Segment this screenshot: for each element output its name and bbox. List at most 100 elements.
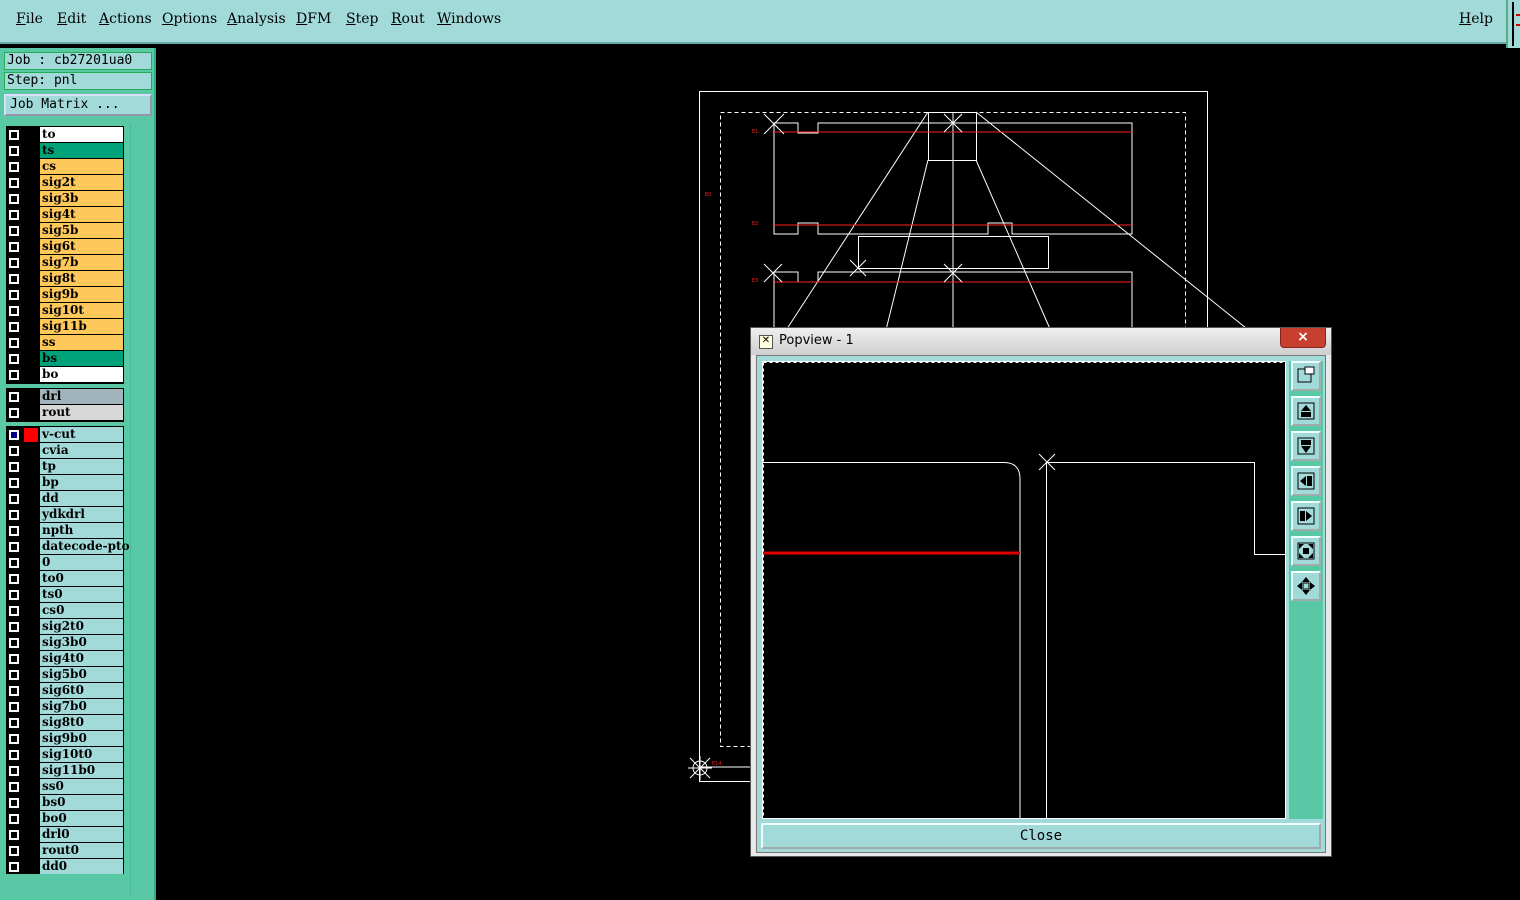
layer-checkbox[interactable] [9, 686, 19, 696]
layer-checkbox[interactable] [9, 392, 19, 402]
layer-row-ss0[interactable]: ss0 [6, 779, 124, 795]
layer-row-drl0[interactable]: drl0 [6, 827, 124, 843]
layer-name[interactable]: sig10t [40, 303, 123, 318]
layer-name[interactable]: to [40, 127, 123, 142]
layer-name[interactable]: bs0 [40, 795, 123, 810]
layer-row-sig3b[interactable]: sig3b [6, 191, 124, 207]
layer-name[interactable]: rout [40, 405, 123, 420]
layer-name[interactable]: sig10t0 [40, 747, 123, 762]
zoom-out-button[interactable] [1291, 431, 1321, 461]
layer-row-rout0[interactable]: rout0 [6, 843, 124, 859]
layer-row-rout[interactable]: rout [6, 405, 124, 421]
layer-row-to[interactable]: to [6, 127, 124, 143]
layer-name[interactable]: bo0 [40, 811, 123, 826]
layer-row-sig9b0[interactable]: sig9b0 [6, 731, 124, 747]
layer-name[interactable]: sig6t [40, 239, 123, 254]
close-button[interactable]: Close [761, 823, 1321, 849]
menu-edit[interactable]: Edit [57, 11, 86, 27]
layer-color-swatch[interactable] [24, 428, 38, 442]
layer-name[interactable]: sig3b [40, 191, 123, 206]
layer-name[interactable]: sig5b0 [40, 667, 123, 682]
layer-row-sig4t0[interactable]: sig4t0 [6, 651, 124, 667]
layer-name[interactable]: rout0 [40, 843, 123, 858]
layer-row-bp[interactable]: bp [6, 475, 124, 491]
layer-name[interactable]: sig7b [40, 255, 123, 270]
layer-row-bo[interactable]: bo [6, 367, 124, 383]
layer-checkbox[interactable] [9, 494, 19, 504]
layer-name[interactable]: 0 [40, 555, 123, 570]
layer-checkbox[interactable] [9, 462, 19, 472]
menu-rout[interactable]: Rout [391, 11, 425, 27]
layer-row-sig10t[interactable]: sig10t [6, 303, 124, 319]
popview-viewport[interactable] [762, 361, 1286, 819]
layer-row-sig11b0[interactable]: sig11b0 [6, 763, 124, 779]
layer-row-sig3b0[interactable]: sig3b0 [6, 635, 124, 651]
layer-name[interactable]: v-cut [40, 427, 123, 442]
layer-checkbox[interactable] [9, 242, 19, 252]
zoom-in-button[interactable] [1291, 396, 1321, 426]
layer-row-sig9b[interactable]: sig9b [6, 287, 124, 303]
layer-name[interactable]: to0 [40, 571, 123, 586]
layer-name[interactable]: sig4t [40, 207, 123, 222]
menu-analysis[interactable]: Analysis [227, 11, 286, 27]
layer-name[interactable]: sig8t [40, 271, 123, 286]
layer-name[interactable]: bo [40, 367, 123, 382]
layer-checkbox[interactable] [9, 654, 19, 664]
layer-checkbox[interactable] [9, 750, 19, 760]
layer-name[interactable]: bs [40, 351, 123, 366]
layer-checkbox[interactable] [9, 590, 19, 600]
layer-row-sig7b0[interactable]: sig7b0 [6, 699, 124, 715]
layer-row-v-cut[interactable]: v-cut [6, 427, 124, 443]
layer-checkbox[interactable] [9, 734, 19, 744]
layer-name[interactable]: ts [40, 143, 123, 158]
layer-checkbox[interactable] [9, 478, 19, 488]
layer-name[interactable]: sig11b [40, 319, 123, 334]
layer-row-cs[interactable]: cs [6, 159, 124, 175]
layer-name[interactable]: drl0 [40, 827, 123, 842]
layer-checkbox[interactable] [9, 178, 19, 188]
pan-center-button[interactable] [1291, 571, 1321, 601]
layer-row-sig8t[interactable]: sig8t [6, 271, 124, 287]
layer-name[interactable]: drl [40, 389, 123, 404]
layer-row-sig5b0[interactable]: sig5b0 [6, 667, 124, 683]
layer-row-sig11b[interactable]: sig11b [6, 319, 124, 335]
layer-checkbox[interactable] [9, 338, 19, 348]
layer-checkbox[interactable] [9, 558, 19, 568]
layer-name[interactable]: datecode-pto [40, 539, 130, 554]
layer-checkbox[interactable] [9, 322, 19, 332]
layer-row-sig5b[interactable]: sig5b [6, 223, 124, 239]
layer-row-npth[interactable]: npth [6, 523, 124, 539]
layer-checkbox[interactable] [9, 510, 19, 520]
layer-checkbox[interactable] [9, 526, 19, 536]
layer-checkbox[interactable] [9, 702, 19, 712]
layer-checkbox[interactable] [9, 862, 19, 872]
layer-row-sig2t[interactable]: sig2t [6, 175, 124, 191]
layer-row-ydkdrl[interactable]: ydkdrl [6, 507, 124, 523]
menu-windows[interactable]: Windows [437, 11, 501, 27]
layer-list-scrollbar[interactable] [130, 124, 153, 894]
layer-row-dd[interactable]: dd [6, 491, 124, 507]
layer-checkbox[interactable] [9, 130, 19, 140]
layer-checkbox[interactable] [9, 446, 19, 456]
layer-checkbox[interactable] [9, 638, 19, 648]
layer-checkbox[interactable] [9, 162, 19, 172]
menu-help[interactable]: Help [1459, 11, 1493, 27]
layer-checkbox[interactable] [9, 766, 19, 776]
layer-checkbox[interactable] [9, 798, 19, 808]
layer-checkbox[interactable] [9, 370, 19, 380]
layer-checkbox[interactable] [9, 718, 19, 728]
layer-name[interactable]: sig5b [40, 223, 123, 238]
layer-name[interactable]: tp [40, 459, 123, 474]
layer-checkbox[interactable] [9, 430, 19, 440]
layer-row-dd0[interactable]: dd0 [6, 859, 124, 875]
layer-name[interactable]: cvia [40, 443, 123, 458]
layer-row-drl[interactable]: drl [6, 389, 124, 405]
layer-checkbox[interactable] [9, 258, 19, 268]
layer-row-ts0[interactable]: ts0 [6, 587, 124, 603]
layer-row-sig6t0[interactable]: sig6t0 [6, 683, 124, 699]
layer-name[interactable]: ss [40, 335, 123, 350]
layer-row-bo0[interactable]: bo0 [6, 811, 124, 827]
layer-name[interactable]: cs0 [40, 603, 123, 618]
layer-name[interactable]: sig2t [40, 175, 123, 190]
layer-row-0[interactable]: 0 [6, 555, 124, 571]
